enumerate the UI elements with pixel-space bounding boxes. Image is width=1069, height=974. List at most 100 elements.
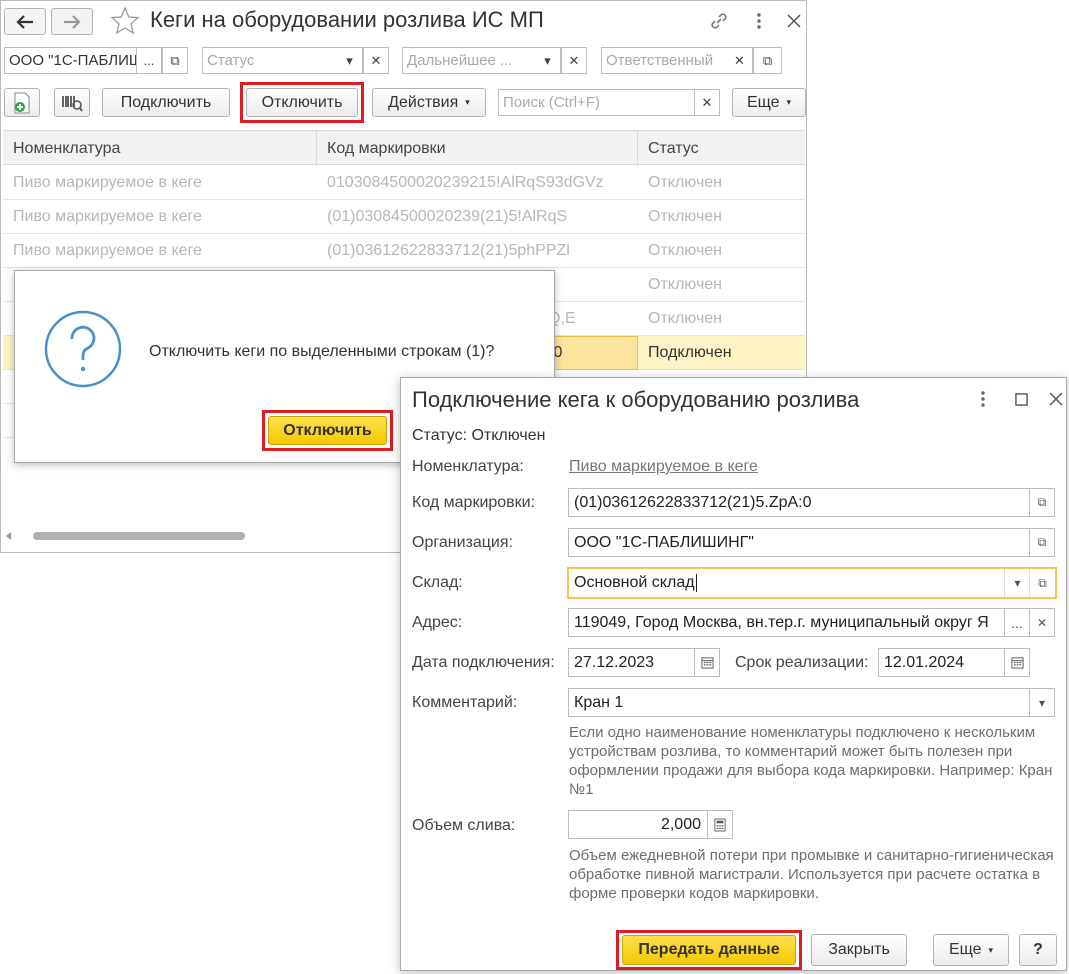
confirm-disconnect-button[interactable]: Отключить bbox=[268, 416, 387, 445]
connect-date-field[interactable]: 27.12.2023 bbox=[568, 648, 695, 677]
column-header[interactable]: Статус bbox=[638, 131, 805, 166]
column-header[interactable]: Код маркировки bbox=[317, 131, 638, 166]
search-input[interactable]: Поиск (Ctrl+F) bbox=[498, 89, 720, 116]
more-label: Еще bbox=[746, 93, 780, 111]
address-field[interactable]: 119049, Город Москва, вн.тер.г. муниципа… bbox=[568, 608, 1005, 637]
close-button[interactable]: Закрыть bbox=[811, 934, 907, 966]
clear-icon[interactable]: ✕ bbox=[1029, 608, 1055, 637]
arrow-right-icon bbox=[64, 14, 81, 29]
text-cursor bbox=[695, 574, 697, 592]
barcode-scan-button[interactable] bbox=[54, 88, 90, 117]
volume-field[interactable]: 2,000 bbox=[568, 810, 708, 839]
table-row[interactable]: Пиво маркируемое в кеге (01)036126228337… bbox=[3, 234, 805, 268]
close-icon[interactable] bbox=[1045, 388, 1067, 410]
cell-status: Отключен bbox=[648, 208, 723, 225]
connect-date-label: Дата подключения: bbox=[412, 654, 555, 671]
cell-nomenclature: Пиво маркируемое в кеге bbox=[13, 242, 202, 259]
connect-button[interactable]: Подключить bbox=[102, 88, 230, 117]
cell-nomenclature: Пиво маркируемое в кеге bbox=[13, 208, 202, 225]
barcode-icon bbox=[62, 95, 83, 112]
arrow-left-icon bbox=[16, 14, 33, 29]
confirm-message: Отключить кеги по выделенными строкам (1… bbox=[149, 343, 495, 360]
calendar-icon[interactable] bbox=[694, 648, 720, 677]
comment-field[interactable]: Кран 1 bbox=[568, 688, 1031, 717]
cell-status: Отключен bbox=[648, 242, 723, 259]
actions-label: Действия bbox=[388, 93, 459, 111]
more-button[interactable]: Еще ▾ bbox=[933, 934, 1009, 966]
cell-code: (01)03612622833712(21)5phPPZl bbox=[327, 242, 570, 259]
organization-filter[interactable]: ООО "1С-ПАБЛИШИНГ" bbox=[4, 47, 137, 74]
more-button[interactable]: Еще ▾ bbox=[732, 88, 806, 117]
window-title: Кеги на оборудовании розлива ИС МП bbox=[150, 7, 544, 32]
warehouse-label: Склад: bbox=[412, 574, 463, 591]
scrollbar-thumb[interactable] bbox=[33, 532, 245, 540]
clear-search-icon[interactable]: ✕ bbox=[694, 89, 720, 116]
chevron-down-icon[interactable]: ▾ bbox=[337, 47, 363, 74]
open-copy-icon[interactable]: ⧉ bbox=[162, 47, 188, 74]
address-label: Адрес: bbox=[412, 614, 463, 631]
chevron-down-icon[interactable]: ▾ bbox=[1029, 688, 1055, 717]
favorite-star-icon[interactable] bbox=[110, 6, 140, 36]
clear-icon[interactable]: ✕ bbox=[727, 47, 753, 74]
column-header[interactable]: Номенклатура bbox=[3, 131, 317, 166]
comment-label: Комментарий: bbox=[412, 694, 518, 711]
keg-connection-form: Подключение кега к оборудованию розлива … bbox=[400, 377, 1067, 971]
volume-label: Объем слива: bbox=[412, 817, 516, 834]
nomenclature-label: Номенклатура: bbox=[412, 458, 524, 475]
cell-code: (01)03084500020239(21)5!AlRqS bbox=[327, 208, 568, 225]
help-button[interactable]: ? bbox=[1019, 934, 1057, 966]
scroll-left-icon[interactable] bbox=[6, 532, 11, 540]
new-document-icon bbox=[14, 92, 30, 113]
open-copy-icon[interactable]: ⧉ bbox=[1029, 528, 1055, 557]
question-icon bbox=[43, 309, 123, 389]
dropdown-arrow-icon: ▾ bbox=[786, 97, 792, 107]
organization-select-button[interactable]: ... bbox=[136, 47, 162, 74]
cell-nomenclature: Пиво маркируемое в кеге bbox=[13, 174, 202, 191]
dropdown-arrow-icon: ▾ bbox=[465, 97, 470, 107]
send-data-button[interactable]: Передать данные bbox=[622, 935, 796, 965]
open-copy-icon[interactable]: ⧉ bbox=[753, 47, 782, 74]
close-icon[interactable] bbox=[783, 10, 805, 32]
create-document-button[interactable] bbox=[4, 88, 40, 117]
table-header: Номенклатура Код маркировки Статус bbox=[3, 130, 805, 166]
chevron-down-icon[interactable]: ▾ bbox=[535, 47, 561, 74]
open-copy-icon[interactable]: ⧉ bbox=[1029, 488, 1055, 517]
org-label: Организация: bbox=[412, 534, 513, 551]
forward-button[interactable] bbox=[51, 8, 93, 35]
warehouse-value: Основной склад bbox=[574, 574, 695, 591]
more-vertical-icon[interactable] bbox=[748, 10, 770, 32]
disconnect-button[interactable]: Отключить bbox=[246, 88, 358, 117]
calculator-icon[interactable] bbox=[707, 810, 733, 839]
table-row[interactable]: Пиво маркируемое в кеге 0103084500020239… bbox=[3, 166, 805, 200]
open-copy-icon[interactable]: ⧉ bbox=[1029, 569, 1055, 597]
maximize-icon[interactable] bbox=[1010, 388, 1032, 410]
clear-icon[interactable]: ✕ bbox=[561, 47, 587, 74]
nomenclature-link[interactable]: Пиво маркируемое в кеге bbox=[569, 458, 758, 476]
cell-status: Отключен bbox=[648, 174, 723, 191]
status-text: Статус: Отключен bbox=[412, 427, 546, 444]
dropdown-arrow-icon: ▾ bbox=[988, 944, 994, 955]
cell-status: Отключен bbox=[648, 310, 723, 327]
clear-icon[interactable]: ✕ bbox=[363, 47, 389, 74]
volume-hint: Объем ежедневной потери при промывке и с… bbox=[569, 847, 1054, 902]
form-title: Подключение кега к оборудованию розлива bbox=[412, 387, 860, 412]
cell-status: Подключен bbox=[648, 344, 732, 361]
org-field[interactable]: ООО "1С-ПАБЛИШИНГ" bbox=[568, 528, 1031, 557]
cell-status: Отключен bbox=[648, 276, 723, 293]
code-label: Код маркировки: bbox=[412, 494, 536, 511]
address-select-button[interactable]: ... bbox=[1004, 608, 1030, 637]
expiry-label: Срок реализации: bbox=[735, 654, 869, 671]
code-field[interactable]: (01)03612622833712(21)5.ZpA:0 bbox=[568, 488, 1031, 517]
comment-hint: Если одно наименование номенклатуры подк… bbox=[569, 724, 1053, 798]
warehouse-field[interactable]: Основной склад bbox=[567, 567, 1057, 599]
cell-code: 0103084500020239215!AlRqS93dGVz bbox=[327, 174, 604, 191]
link-icon[interactable] bbox=[708, 10, 730, 32]
more-vertical-icon[interactable] bbox=[972, 388, 994, 410]
table-row[interactable]: Пиво маркируемое в кеге (01)030845000202… bbox=[3, 200, 805, 234]
chevron-down-icon[interactable]: ▾ bbox=[1004, 569, 1030, 597]
calendar-icon[interactable] bbox=[1004, 648, 1030, 677]
expiry-field[interactable]: 12.01.2024 bbox=[878, 648, 1005, 677]
back-button[interactable] bbox=[4, 8, 46, 35]
actions-button[interactable]: Действия ▾ bbox=[372, 88, 486, 117]
more-label: Еще bbox=[948, 941, 982, 958]
